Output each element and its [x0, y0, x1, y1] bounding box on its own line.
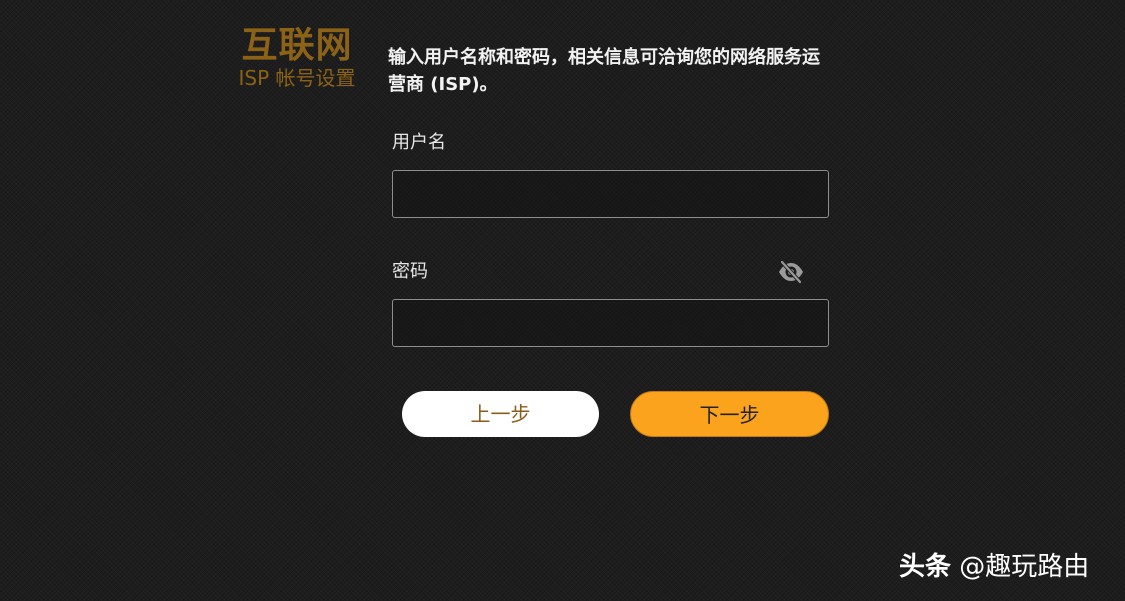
password-input[interactable]	[392, 299, 829, 347]
username-label: 用户名	[392, 132, 446, 153]
watermark: 头条 @趣玩路由	[899, 549, 1089, 585]
instruction-text: 输入用户名称和密码，相关信息可洽询您的网络服务运营商 (ISP)。	[388, 47, 820, 95]
eye-off-icon-graphic	[778, 260, 803, 284]
password-label: 密码	[392, 261, 428, 282]
prev-step-button[interactable]: 上一步	[402, 391, 599, 437]
watermark-source: 头条	[899, 552, 952, 582]
username-input[interactable]	[392, 170, 829, 218]
brand-subtitle: ISP 帐号设置	[238, 66, 356, 90]
brand-title: 互联网	[241, 25, 353, 66]
eye-off-icon[interactable]	[776, 259, 805, 285]
next-step-button[interactable]: 下一步	[630, 391, 829, 437]
watermark-account: @趣玩路由	[959, 552, 1090, 582]
brand-block: 互联网 ISP 帐号设置	[231, 25, 363, 90]
